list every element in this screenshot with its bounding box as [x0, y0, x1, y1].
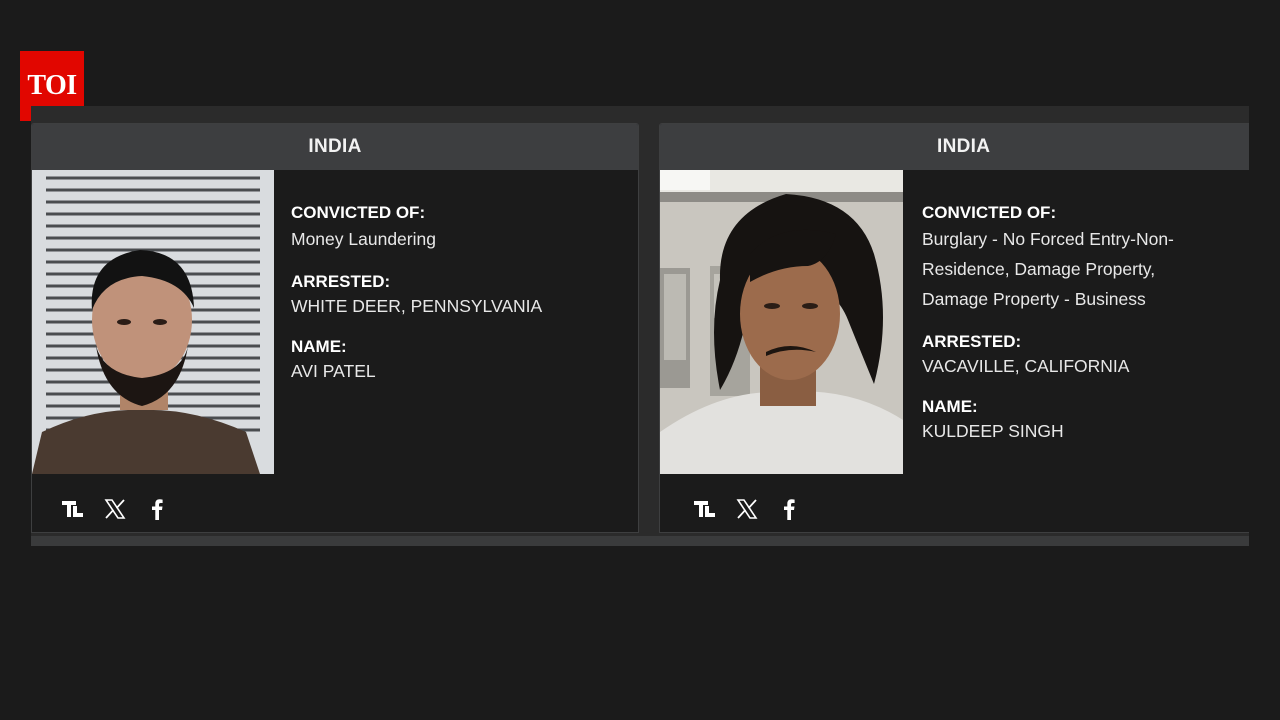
name-value: KULDEEP SINGH	[922, 421, 1064, 441]
name-value: AVI PATEL	[291, 361, 376, 381]
profile-card: INDIA CONVICTED OF: Burglary - No Forced…	[659, 123, 1249, 533]
profile-details: CONVICTED OF: Burglary - No Forced Entry…	[922, 202, 1249, 461]
profiles-carousel: INDIA CONVICTED OF: Money Laundering ARR…	[31, 106, 1249, 546]
convicted-value: Burglary - No Forced Entry-Non-Residence…	[922, 229, 1174, 309]
convicted-label: CONVICTED OF:	[291, 203, 426, 222]
convicted-value: Money Laundering	[291, 229, 436, 249]
facebook-icon[interactable]	[146, 496, 168, 522]
mugshot-photo	[660, 170, 903, 474]
arrested-label: ARRESTED:	[291, 272, 391, 291]
name-label: NAME:	[922, 397, 978, 416]
x-icon[interactable]	[736, 496, 758, 522]
country-title: INDIA	[937, 136, 991, 157]
tribune-icon[interactable]	[694, 496, 716, 522]
profile-card: INDIA CONVICTED OF: Money Laundering ARR…	[31, 123, 639, 533]
profile-details: CONVICTED OF: Money Laundering ARRESTED:…	[291, 202, 621, 401]
arrested-value: VACAVILLE, CALIFORNIA	[922, 356, 1130, 376]
country-title: INDIA	[308, 136, 362, 157]
arrested-label: ARRESTED:	[922, 332, 1022, 351]
share-bar	[694, 496, 800, 522]
tribune-icon[interactable]	[62, 496, 84, 522]
name-label: NAME:	[291, 337, 347, 356]
card-header: INDIA	[32, 124, 638, 170]
share-bar	[62, 496, 168, 522]
strip-divider	[31, 536, 1249, 546]
facebook-icon[interactable]	[778, 496, 800, 522]
arrested-value: WHITE DEER, PENNSYLVANIA	[291, 296, 543, 316]
convicted-label: CONVICTED OF:	[922, 203, 1057, 222]
card-header: INDIA	[660, 124, 1249, 170]
mugshot-photo	[32, 170, 274, 474]
x-icon[interactable]	[104, 496, 126, 522]
logo-text: TOI	[27, 70, 77, 101]
